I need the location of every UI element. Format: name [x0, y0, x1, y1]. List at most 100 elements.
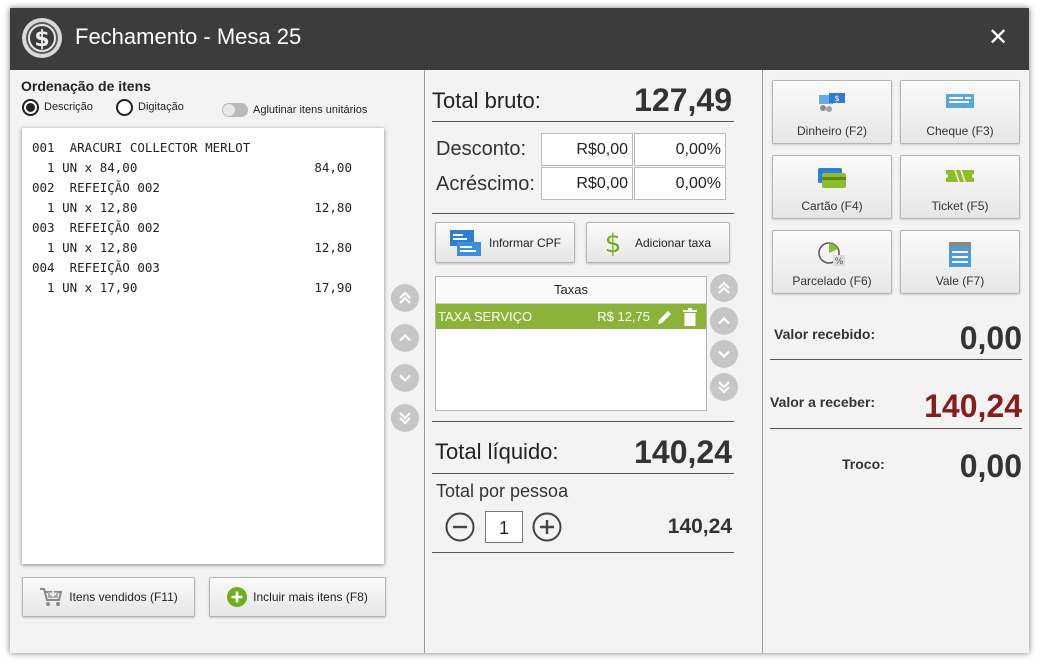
payment-cheque-label: Cheque (F3): [926, 124, 994, 138]
double-chevron-up-icon: [399, 291, 411, 304]
surcharge-label: Acréscimo:: [436, 173, 535, 195]
separator: [770, 428, 1022, 429]
item-line: 004 REFEIÇÃO 003: [32, 260, 160, 275]
radio-digitacao[interactable]: Digitação: [116, 97, 184, 117]
pencil-icon[interactable]: [656, 308, 674, 326]
title-bar: $ Fechamento - Mesa 25 ✕: [10, 8, 1029, 70]
scroll-up-button[interactable]: [391, 324, 419, 352]
plus-circle-icon: [227, 587, 248, 607]
items-sold-button[interactable]: Itens vendidos (F11): [22, 577, 195, 617]
plus-circle-icon[interactable]: [532, 512, 562, 542]
amount-received-label: Valor recebido:: [774, 326, 876, 342]
per-person-label: Total por pessoa: [436, 481, 569, 501]
net-total-value: 140,24: [634, 434, 732, 470]
trash-icon[interactable]: [682, 308, 698, 326]
minus-circle-icon[interactable]: [445, 512, 475, 542]
discount-amount-input[interactable]: R$0,00: [541, 133, 633, 166]
gross-total-value: 127,49: [634, 82, 732, 118]
scroll-bottom-button[interactable]: [391, 404, 419, 432]
payment-cash-button[interactable]: $ Dinheiro (F2): [772, 80, 892, 144]
toggle-switch[interactable]: [222, 103, 248, 117]
tax-value: R$ 12,75: [597, 309, 650, 324]
item-total: 12,80: [314, 240, 352, 255]
installment-icon: %: [818, 242, 845, 267]
chevron-down-icon: [718, 350, 730, 359]
item-line: 1 UN x 12,80: [32, 200, 138, 215]
svg-text:$: $: [834, 94, 839, 103]
payment-card-button[interactable]: Cartão (F4): [772, 155, 892, 219]
item-line: 1 UN x 12,80: [32, 240, 138, 255]
payment-card-label: Cartão (F4): [801, 199, 863, 213]
tax-scroll-up-button[interactable]: [710, 307, 738, 335]
dollar-coin-icon: $: [22, 18, 62, 58]
money-icon: $: [819, 93, 845, 112]
payment-cash-label: Dinheiro (F2): [796, 124, 868, 138]
ticket-icon: [946, 169, 974, 183]
tax-name: TAXA SERVIÇO: [438, 309, 533, 324]
separator: [770, 359, 1022, 360]
amount-due-label: Valor a receber:: [770, 394, 876, 410]
inform-cpf-button[interactable]: Informar CPF: [435, 222, 575, 263]
tax-scroll-down-button[interactable]: [710, 340, 738, 368]
closing-dialog: $ Fechamento - Mesa 25 ✕ Ordenação de it…: [10, 8, 1029, 653]
taxes-table: Taxas TAXA SERVIÇO R$ 12,75: [435, 276, 707, 411]
radio-circle: [116, 98, 133, 116]
items-list[interactable]: 001 ARACURI COLLECTOR MERLOT 1 UN x 84,0…: [22, 128, 384, 564]
items-scroll-controls: [391, 284, 419, 444]
separator: [432, 552, 734, 553]
divider-right: [762, 70, 763, 653]
payment-cheque-button[interactable]: Cheque (F3): [900, 80, 1020, 144]
add-tax-label: Adicionar taxa: [634, 235, 712, 250]
tax-row[interactable]: TAXA SERVIÇO R$ 12,75: [436, 304, 706, 329]
tax-scroll-top-button[interactable]: [710, 274, 738, 302]
separator: [432, 213, 734, 214]
double-chevron-up-icon: [718, 281, 730, 294]
item-line: 002 REFEIÇÃO 002: [32, 180, 160, 195]
svg-text:$: $: [605, 229, 621, 257]
people-count-input[interactable]: 1: [485, 511, 523, 543]
add-items-button[interactable]: Incluir mais itens (F8): [209, 577, 386, 617]
radio-descricao-label: Descrição: [44, 101, 93, 113]
payment-ticket-button[interactable]: Ticket (F5): [900, 155, 1020, 219]
ordering-title: Ordenação de itens: [21, 78, 151, 94]
inform-cpf-label: Informar CPF: [488, 235, 561, 250]
amount-due-value: 140,24: [924, 388, 1022, 424]
svg-text:%: %: [835, 257, 844, 267]
separator: [432, 473, 734, 474]
chevron-up-icon: [718, 316, 730, 325]
id-card-icon: [449, 228, 483, 258]
taxes-header: Taxas: [436, 277, 706, 304]
items-sold-label: Itens vendidos (F11): [69, 590, 178, 604]
cheque-icon: [946, 94, 974, 108]
net-total-label: Total líquido:: [435, 439, 559, 464]
separator: [432, 421, 734, 422]
taxes-scroll-controls: [710, 274, 738, 406]
add-tax-button[interactable]: $ Adicionar taxa: [586, 222, 730, 263]
gross-total-label: Total bruto:: [432, 88, 541, 113]
discount-percent-input[interactable]: 0,00%: [634, 133, 726, 166]
radio-digitacao-label: Digitação: [138, 101, 184, 113]
double-chevron-down-icon: [718, 381, 730, 394]
item-total: 12,80: [314, 200, 352, 215]
payment-voucher-button[interactable]: Vale (F7): [900, 230, 1020, 294]
tax-scroll-bottom-button[interactable]: [710, 373, 738, 401]
payment-ticket-label: Ticket (F5): [931, 199, 989, 213]
item-line: 1 UN x 17,90: [32, 280, 138, 295]
close-button[interactable]: ✕: [985, 25, 1011, 51]
scroll-top-button[interactable]: [391, 284, 419, 312]
cart-icon: [39, 587, 63, 607]
dollar-icon: $: [605, 229, 621, 257]
per-person-value: 140,24: [667, 515, 732, 538]
payment-installment-button[interactable]: % Parcelado (F6): [772, 230, 892, 294]
item-total: 17,90: [314, 280, 352, 295]
discount-label: Desconto:: [436, 138, 527, 160]
item-line: 003 REFEIÇÃO 002: [32, 220, 160, 235]
change-value: 0,00: [959, 448, 1022, 484]
add-items-label: Incluir mais itens (F8): [253, 590, 368, 604]
surcharge-amount-input[interactable]: R$0,00: [541, 167, 633, 200]
item-line: 1 UN x 84,00: [32, 160, 138, 175]
radio-descricao[interactable]: Descrição: [22, 97, 93, 117]
surcharge-percent-input[interactable]: 0,00%: [634, 167, 726, 200]
scroll-down-button[interactable]: [391, 364, 419, 392]
aggregate-toggle[interactable]: Aglutinar itens unitários: [222, 102, 367, 118]
